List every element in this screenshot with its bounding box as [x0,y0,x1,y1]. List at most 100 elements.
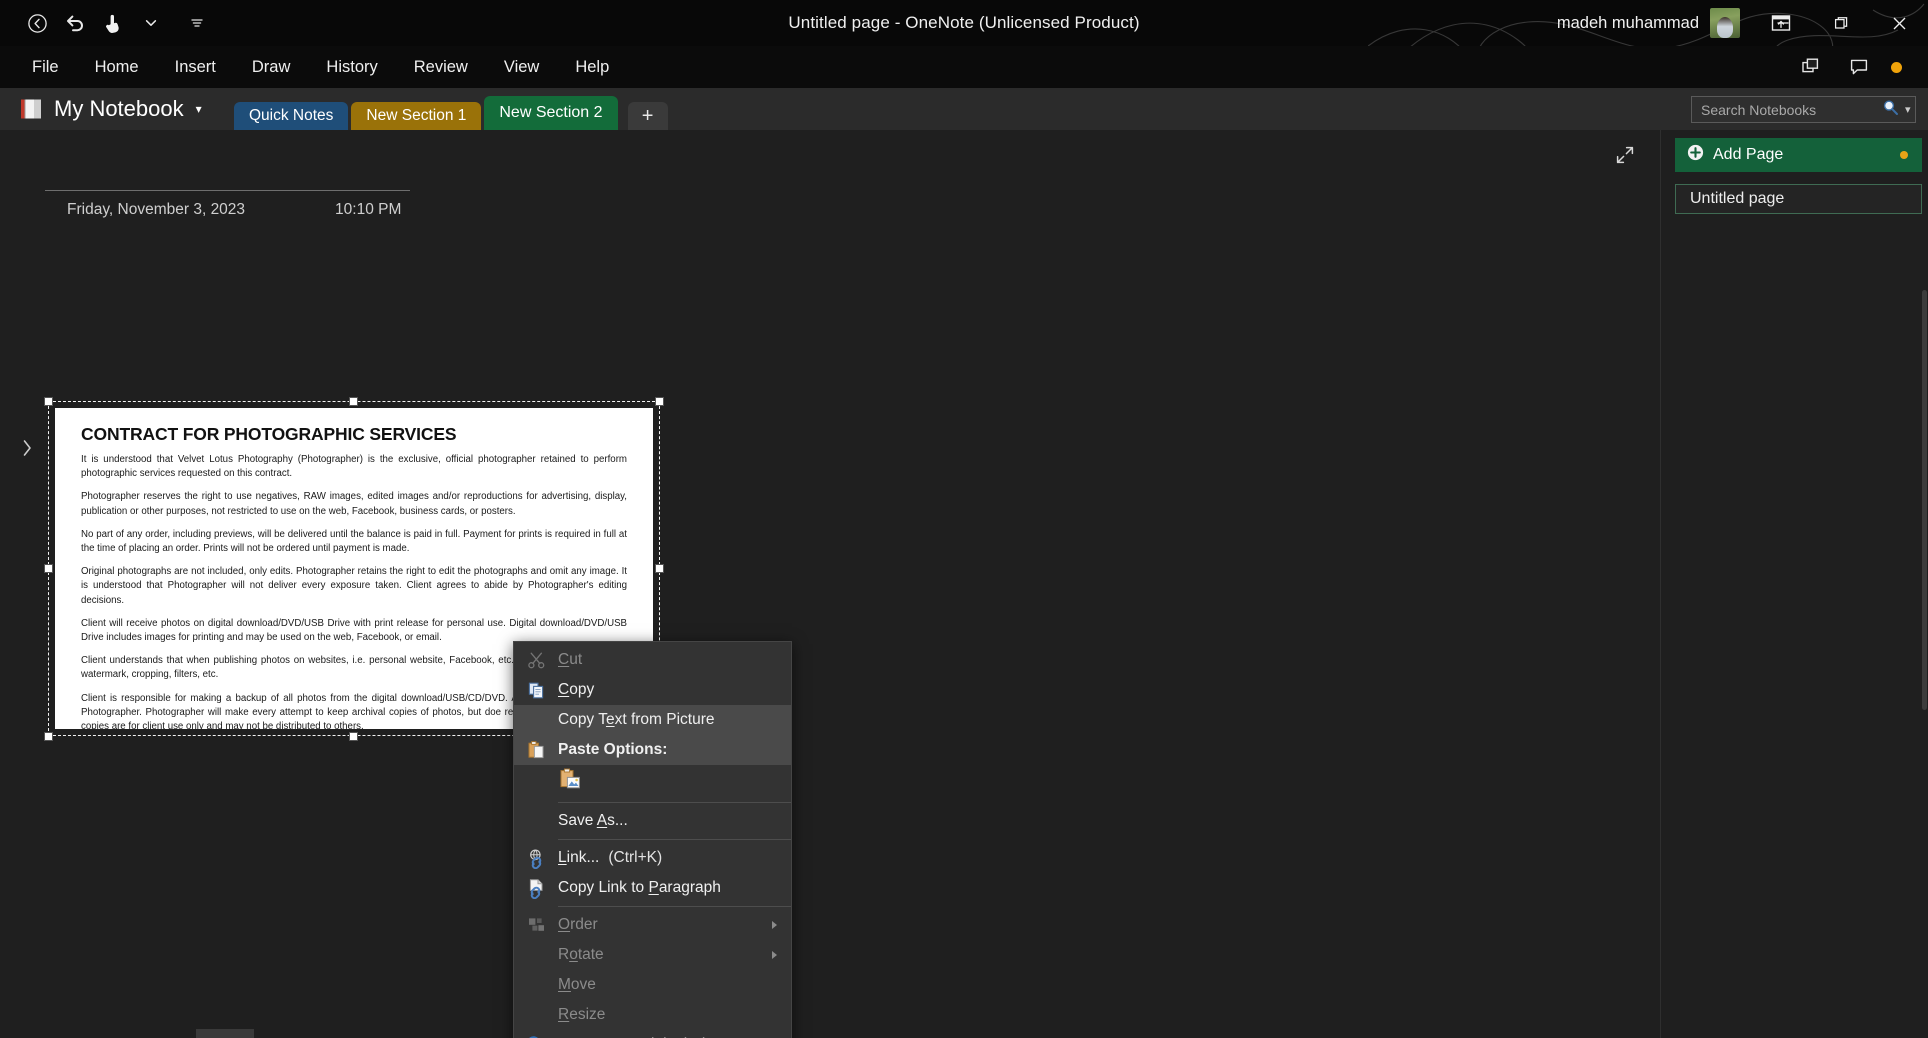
section-tab-quick-notes[interactable]: Quick Notes [234,102,349,130]
context-menu-item-link[interactable]: Link... (Ctrl+K) [514,843,791,873]
account-area[interactable]: madeh muhammad [1557,0,1740,46]
context-menu-item-resize: Resize [514,1000,791,1030]
context-menu-label: Resize [558,1006,606,1023]
search-box[interactable]: ▾ [1691,96,1916,123]
link-globe-icon [514,843,558,873]
blank-icon [514,1000,558,1030]
context-menu-item-restore-to-original-size[interactable]: Restore to Original Size [514,1030,791,1038]
notebook-icon [18,96,44,122]
contract-paragraph: No part of any order, including previews… [81,528,627,555]
page-title-area[interactable]: Friday, November 3, 2023 10:10 PM [45,190,415,219]
plus-circle-icon [1687,144,1704,166]
taskbar-peek-strip [196,1029,254,1038]
page-canvas[interactable]: Friday, November 3, 2023 10:10 PM CONTRA… [0,130,1660,1038]
context-menu-label: Copy Link to Paragraph [558,879,721,896]
add-section-button[interactable]: + [627,102,668,130]
resize-handle-bottom-center[interactable] [349,732,358,741]
context-menu-item-save-as[interactable]: Save As... [514,806,791,836]
page-date[interactable]: Friday, November 3, 2023 [67,201,245,219]
menu-item-view[interactable]: View [486,46,557,88]
menu-item-file[interactable]: File [14,46,77,88]
add-page-status-dot [1900,151,1908,159]
context-menu-item-order: Order [514,910,791,940]
resize-handle-middle-right[interactable] [655,564,664,573]
notebook-selector[interactable]: My Notebook ▾ [18,88,212,130]
chevron-right-icon[interactable] [20,435,34,461]
contract-paragraph: It is understood that Velvet Lotus Photo… [81,454,627,480]
context-menu-label: Copy [558,681,595,698]
account-name: madeh muhammad [1556,13,1699,32]
context-menu-label: Order [558,916,598,933]
order-shapes-icon [514,910,558,940]
section-tab-new-section-1[interactable]: New Section 1 [351,102,482,130]
close-icon[interactable] [1870,0,1928,46]
blank-icon [514,806,558,836]
menu-item-review[interactable]: Review [396,46,486,88]
context-menu-label: Move [558,976,596,993]
notebook-bar: My Notebook ▾ Quick Notes New Section 1 … [0,88,1928,130]
menu-bar-right-group [1789,46,1920,88]
status-dot [1891,61,1902,73]
pages-sidebar: Add Page Untitled page [1660,130,1928,1038]
context-menu-shortcut: (Ctrl+K) [608,849,663,866]
blank-icon [514,970,558,1000]
menu-item-draw[interactable]: Draw [234,46,309,88]
context-menu-label: Save As... [558,812,628,829]
comments-icon[interactable] [1837,48,1881,86]
context-menu[interactable]: Cut Copy Copy Text from Picture Paste Op… [513,641,792,1038]
context-menu-separator [558,839,791,840]
sidebar-scrollbar[interactable] [1922,290,1927,710]
search-dropdown-caret[interactable]: ▾ [1905,103,1911,116]
resize-handle-top-center[interactable] [349,397,358,406]
chevron-down-icon[interactable]: ▾ [196,102,202,116]
add-page-button[interactable]: Add Page [1675,138,1922,172]
title-bar: Untitled page - OneNote (Unlicensed Prod… [0,0,1928,87]
page-time[interactable]: 10:10 PM [335,201,401,219]
context-menu-item-paste-options[interactable]: Paste Options: [514,735,791,765]
restore-icon[interactable] [1812,0,1870,46]
context-menu-item-cut: Cut [514,645,791,675]
context-menu-label: Link... [558,849,600,866]
context-menu-separator [558,802,791,803]
page-list-item-untitled-page[interactable]: Untitled page [1675,184,1922,214]
section-tabs: Quick Notes New Section 1 New Section 2 … [234,88,668,130]
menu-item-help[interactable]: Help [557,46,627,88]
paste-options-gallery[interactable] [514,765,791,799]
minimize-icon[interactable] [1754,0,1812,46]
share-windows-icon[interactable] [1789,48,1833,86]
resize-handle-top-right[interactable] [655,397,664,406]
avatar[interactable] [1710,8,1740,38]
contract-paragraph: Photographer reserves the right to use n… [81,491,627,517]
resize-handle-bottom-left[interactable] [44,732,53,741]
search-icon[interactable] [1882,99,1899,121]
resize-handle-middle-left[interactable] [44,564,53,573]
resize-handle-top-left[interactable] [44,397,53,406]
scissors-icon [514,645,558,675]
menu-item-insert[interactable]: Insert [157,46,234,88]
page-datetime: Friday, November 3, 2023 10:10 PM [45,191,415,219]
context-menu-label: Cut [558,651,583,668]
paste-picture-icon[interactable] [558,768,584,797]
search-input[interactable] [1701,101,1882,118]
blank-icon [514,705,558,735]
link-page-icon [514,873,558,903]
context-menu-label: Copy Text from Picture [558,711,715,728]
expand-arrows-icon[interactable] [1612,142,1638,168]
context-menu-label: Rotate [558,946,604,963]
contract-heading: CONTRACT FOR PHOTOGRAPHIC SERVICES [81,424,457,444]
page-list: Untitled page [1675,184,1922,214]
notebook-name: My Notebook [54,96,184,121]
context-menu-label: Paste Options: [558,741,668,758]
section-tab-new-section-2[interactable]: New Section 2 [484,96,618,130]
context-menu-item-copy-text-from-picture[interactable]: Copy Text from Picture [514,705,791,735]
copy-icon [514,675,558,705]
blank-icon [514,940,558,970]
context-menu-item-copy-link-to-paragraph[interactable]: Copy Link to Paragraph [514,873,791,903]
clipboard-icon [514,735,558,765]
add-page-label: Add Page [1713,146,1784,163]
menu-item-history[interactable]: History [308,46,395,88]
context-menu-separator [558,906,791,907]
context-menu-item-copy[interactable]: Copy [514,675,791,705]
context-menu-item-move: Move [514,970,791,1000]
menu-item-home[interactable]: Home [77,46,157,88]
